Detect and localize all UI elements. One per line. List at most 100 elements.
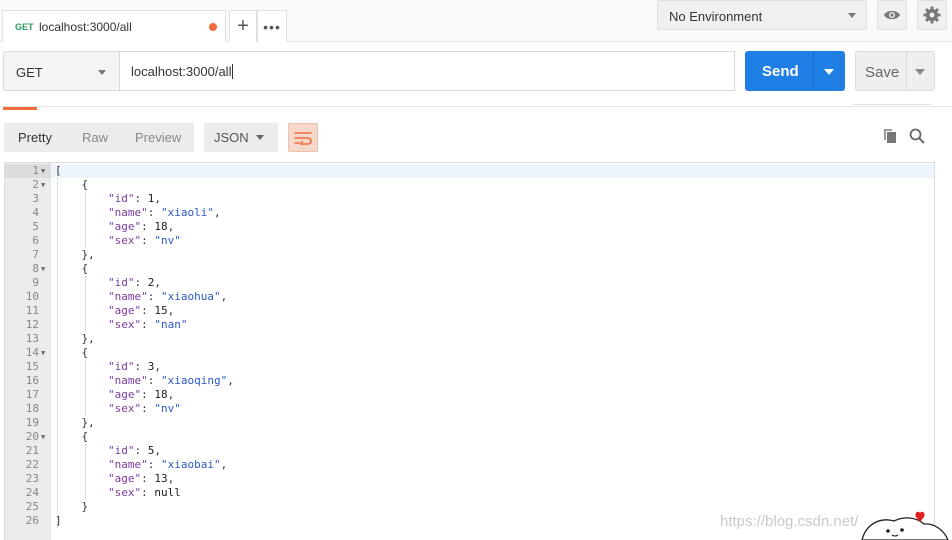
json-punctuation: [ — [55, 164, 62, 177]
json-punctuation: : — [141, 220, 155, 233]
json-punctuation — [55, 318, 108, 331]
json-punctuation — [55, 276, 108, 289]
json-string: "nan" — [154, 318, 188, 331]
json-punctuation: : — [141, 486, 155, 499]
code-text: "sex": "nv" — [55, 234, 181, 248]
code-text: "name": "xiaobai", — [55, 458, 227, 472]
environment-quick-look-button[interactable] — [877, 0, 907, 30]
line-number: 17 — [25, 388, 39, 401]
json-punctuation: }, — [55, 416, 95, 429]
fold-toggle-icon[interactable]: ▼ — [41, 346, 45, 360]
fold-toggle-icon[interactable]: ▼ — [41, 430, 45, 444]
json-punctuation — [55, 444, 108, 457]
text-cursor — [232, 64, 234, 79]
environment-select[interactable]: No Environment — [657, 0, 867, 30]
json-value: 15 — [154, 304, 168, 317]
line-number: 22 — [25, 458, 39, 471]
json-value: 18 — [154, 220, 168, 233]
json-punctuation — [55, 486, 108, 499]
active-section-indicator — [3, 107, 37, 110]
response-body-editor[interactable]: 1 ▼[2 ▼ {3 "id": 1, 4 "name": "xiaoli", 5 "a… — [4, 162, 935, 540]
save-options-chevron-icon[interactable] — [915, 69, 925, 75]
line-number: 13 — [25, 332, 39, 345]
json-punctuation — [55, 234, 108, 247]
url-input[interactable]: localhost:3000/all — [119, 51, 735, 91]
json-key: "id" — [107, 444, 135, 457]
code-line: 4 "name": "xiaoli", — [5, 206, 933, 220]
line-number: 6 — [32, 234, 39, 247]
code-line: 14 ▼ { — [5, 346, 933, 360]
fold-toggle-icon[interactable]: ▼ — [41, 262, 45, 276]
json-punctuation: }, — [55, 248, 95, 261]
format-select[interactable]: JSON — [204, 123, 278, 152]
json-punctuation: : — [134, 444, 148, 457]
json-punctuation: : — [147, 290, 161, 303]
json-key: "name" — [107, 206, 148, 219]
code-text: { — [55, 262, 88, 276]
json-punctuation — [55, 402, 108, 415]
wrap-lines-icon — [294, 131, 312, 145]
code-line: 17 "age": 18, — [5, 388, 933, 402]
settings-button[interactable] — [917, 0, 947, 30]
json-punctuation: }, — [55, 332, 95, 345]
search-icon[interactable] — [909, 128, 925, 144]
code-line: 8 ▼ { — [5, 262, 933, 276]
fold-toggle-icon[interactable]: ▼ — [41, 164, 45, 178]
view-pretty-tab[interactable]: Pretty — [18, 130, 52, 145]
wrap-lines-button[interactable] — [288, 123, 318, 152]
url-value: localhost:3000/all — [131, 64, 234, 79]
json-string: "nv" — [154, 402, 181, 415]
url-text: localhost:3000/all — [131, 64, 232, 79]
json-key: "id" — [107, 192, 135, 205]
json-punctuation: : — [134, 276, 148, 289]
line-number: 21 — [25, 444, 39, 457]
line-number: 14 — [25, 346, 39, 359]
code-line: 21 "id": 5, — [5, 444, 933, 458]
line-number: 20 — [25, 430, 39, 443]
json-key: "sex" — [107, 402, 142, 415]
json-punctuation: { — [55, 430, 89, 443]
json-punctuation: : — [134, 192, 148, 205]
code-text: ] — [55, 514, 62, 528]
json-punctuation — [55, 360, 108, 373]
send-button[interactable]: Send — [745, 51, 845, 91]
gear-icon — [923, 6, 941, 24]
code-text: { — [55, 346, 88, 360]
view-raw-tab[interactable]: Raw — [82, 130, 108, 145]
line-number: 16 — [25, 374, 39, 387]
save-label: Save — [865, 64, 900, 81]
code-text: }, — [55, 416, 95, 430]
fold-toggle-icon[interactable]: ▼ — [41, 178, 45, 192]
method-select[interactable]: GET — [3, 51, 120, 91]
json-key: "id" — [107, 276, 135, 289]
json-punctuation — [55, 290, 108, 303]
send-options-chevron-icon[interactable] — [824, 69, 834, 75]
chevron-down-icon — [256, 135, 264, 140]
line-number: 10 — [25, 290, 39, 303]
view-preview-tab[interactable]: Preview — [135, 130, 181, 145]
code-line: 5 "age": 18, — [5, 220, 933, 234]
json-punctuation: , — [167, 472, 175, 485]
json-key: "age" — [107, 472, 142, 485]
json-punctuation: { — [55, 346, 89, 359]
code-line: 16 "name": "xiaoqing", — [5, 374, 933, 388]
more-tabs-button[interactable]: ••• — [257, 10, 287, 42]
code-text: "sex": "nan" — [55, 318, 188, 332]
code-line: 15 "id": 3, — [5, 360, 933, 374]
json-value: null — [154, 486, 181, 499]
plus-icon: + — [237, 15, 249, 37]
json-punctuation — [55, 458, 108, 471]
json-punctuation — [55, 220, 108, 233]
chevron-down-icon — [848, 13, 856, 18]
copy-icon[interactable] — [882, 128, 898, 144]
code-line: 10 "name": "xiaohua", — [5, 290, 933, 304]
code-text: "sex": "nv" — [55, 402, 181, 416]
code-line: 3 "id": 1, — [5, 192, 933, 206]
save-button[interactable]: Save — [855, 51, 935, 91]
new-tab-button[interactable]: + — [229, 10, 257, 42]
json-punctuation: } — [55, 500, 89, 513]
request-tab[interactable]: GET localhost:3000/all — [2, 10, 226, 42]
code-line: 12 "sex": "nan" — [5, 318, 933, 332]
editor-scrollbar[interactable] — [936, 162, 952, 540]
response-view-group: Pretty Raw Preview — [4, 123, 194, 152]
